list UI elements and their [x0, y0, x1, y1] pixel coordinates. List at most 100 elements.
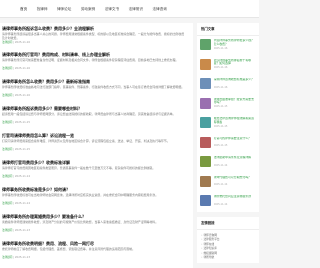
article-thumbnail[interactable] — [200, 78, 211, 89]
link-list: 律师咨询网 法律服务平台 律师在线 法律知识库 维权援助网 律所导航 — [197, 230, 259, 263]
article-excerpt: 离婚案件律师费通常按件收费，涉及财产分割的可按财产价值比例收费，当事人需准备结婚… — [2, 220, 159, 224]
list-item[interactable]: 请律师事务所起诉怎么收费？费用多少？全流程解析 请律师事务所起诉是很多当事人关心… — [0, 26, 193, 44]
article-meta: 法律顾问 | 2025-11-13 — [2, 229, 30, 232]
article-title[interactable]: 请律师打官司费用多少？收费标准详解 — [2, 160, 185, 165]
article-tag[interactable]: 法律顾问 — [2, 229, 12, 232]
list-item[interactable]: 打官司请律师费用怎么算？诉讼流程一览 打官司请律师费用需结合案件难度、律师资历以… — [0, 133, 193, 151]
article-title[interactable]: 请律师事务所怎么收费？费用多少？最新标准指南 — [2, 79, 185, 84]
article-tag[interactable]: 法律顾问 — [2, 67, 12, 70]
article-date: 2025-11-16 — [14, 67, 30, 70]
article-date: 2025-11-14 — [14, 175, 30, 178]
article-excerpt: 律师事务所收费标准可在当地律师协会官网查询，选择律所时应核实执业资质，并在委托合… — [2, 193, 159, 197]
hot-article-item[interactable]: 华远律师事务所律师费多少钱？怎么收费？ 2025-11-16 — [197, 36, 259, 56]
article-tag[interactable]: 法律顾问 — [2, 94, 12, 97]
article-date: 2025-11-15 — [14, 148, 30, 151]
article-date: 2025-11-13 — [14, 229, 30, 232]
hot-article-date: 2025-11-15 — [213, 144, 228, 148]
article-meta: 法律顾问 | 2025-11-13 — [2, 256, 30, 259]
list-item[interactable]: 请律师事务所办理离婚费用多少？要准备什么？ 离婚案件律师费通常按件收费，涉及财产… — [0, 214, 193, 232]
page: 首页 找律师 律师论坛 劳动案例 法律文书 法律常识 法律咨询 请律师事务所起诉… — [0, 0, 259, 268]
article-meta: 法律顾问 | 2025-11-14 — [2, 202, 30, 205]
article-title[interactable]: 请律师事务所办理离婚费用多少？要准备什么？ — [2, 214, 185, 219]
hot-article-title[interactable]: 律师费由谁承担？败诉方需要支付吗？ — [214, 98, 257, 105]
hot-article-item[interactable]: 律所委托合同应注意哪些条款 2025-11-14 — [197, 192, 259, 212]
list-item[interactable]: 请律师事务所打官司？费用构成、材料清单、线上办理全解析 请律师事务所打官司前需要… — [0, 52, 193, 70]
article-tag[interactable]: 法律顾问 — [2, 202, 12, 205]
article-tag[interactable]: 法律顾问 — [2, 41, 12, 44]
article-title[interactable]: 请律师事务所起诉费用多少？需要哪些材料？ — [2, 106, 185, 111]
article-list: 请律师事务所起诉怎么收费？费用多少？全流程解析 请律师事务所起诉是很多当事人关心… — [0, 23, 193, 268]
article-thumbnail[interactable] — [200, 195, 211, 206]
hot-article-item[interactable]: 免费法律咨询律师在线解答渠道有哪些 2025-11-15 — [197, 114, 259, 134]
hot-article-date: 2025-11-14 — [213, 163, 228, 167]
hot-article-date: 2025-11-15 — [213, 105, 228, 109]
hot-article-title[interactable]: 免费法律咨询律师在线解答渠道有哪些 — [214, 117, 257, 124]
list-item[interactable]: 请律师事务所起诉费用多少？需要哪些材料？ 起诉费用一般包括诉讼费与律师费两部分，… — [0, 106, 193, 124]
nav-item-labor-cases[interactable]: 劳动案例 — [81, 0, 95, 18]
article-title[interactable]: 请律师事务所起诉怎么收费？费用多少？全流程解析 — [2, 26, 185, 31]
article-date: 2025-11-16 — [14, 94, 30, 97]
article-thumbnail[interactable] — [200, 117, 211, 128]
list-item[interactable]: 律师事务所收费标准是多少？如何请？ 律师事务所收费标准可在当地律师协会官网查询，… — [0, 187, 193, 205]
article-excerpt: 请律师事务所打官司前需要准备身份证明、证据材料及相关合同文件，律所会根据案件复杂… — [2, 58, 179, 62]
article-excerpt: 律师事务所收费标准由各地司法行政部门指导，民事案件、刑事案件、行政案件收费方式不… — [2, 85, 185, 89]
hot-article-title[interactable]: 律所委托合同应注意哪些条款 — [214, 195, 257, 202]
article-thumbnail[interactable] — [200, 156, 211, 167]
friend-link[interactable]: 律所导航 — [201, 255, 255, 260]
nav-item-home[interactable]: 首页 — [20, 0, 27, 18]
nav-item-find-lawyer[interactable]: 找律师 — [37, 0, 48, 18]
article-excerpt: 打官司请律师费用需结合案件难度、律师资历以及所在地区综合计算，诉讼流程包括立案、… — [2, 139, 170, 143]
article-tag[interactable]: 法律顾问 — [2, 148, 12, 151]
article-thumbnail[interactable] — [200, 97, 211, 109]
hot-articles-panel: 热门文章 华远律师事务所律师费多少钱？怎么收费？ 2025-11-16 武汉律师事… — [197, 23, 259, 212]
panel-title: 友情链接 — [197, 217, 259, 230]
nav-item-legal-docs[interactable]: 法律文书 — [105, 0, 119, 18]
article-excerpt: 委托律师前应了解收费明细，包括代理费、差旅费、调查取证费等，并注意风险代理的适用… — [2, 247, 135, 251]
top-navigation: 首页 找律师 律师论坛 劳动案例 法律文书 法律常识 法律咨询 — [0, 0, 259, 18]
hot-article-item[interactable]: 律师费由谁承担？败诉方需要支付吗？ 2025-11-15 — [197, 95, 259, 115]
article-meta: 法律顾问 | 2025-11-16 — [2, 41, 30, 44]
article-title[interactable]: 请律师事务所收费明细？费用、流程、风险一网打尽 — [2, 241, 185, 246]
article-title[interactable]: 律师事务所收费标准是多少？如何请？ — [2, 187, 185, 192]
article-thumbnail[interactable] — [200, 58, 211, 70]
hot-article-title[interactable]: 律师代理费可以分期支付吗？ — [214, 176, 257, 183]
hot-article-title[interactable]: 武汉律师事务所排名前十有哪些？如何选择 — [214, 59, 257, 66]
hot-article-item[interactable]: 律师代理费可以分期支付吗？ 2025-11-14 — [197, 173, 259, 193]
article-date: 2025-11-14 — [14, 202, 30, 205]
article-tag[interactable]: 法律顾问 — [2, 175, 12, 178]
list-item[interactable]: 请律师事务所收费明细？费用、流程、风险一网打尽 委托律师前应了解收费明细，包括代… — [0, 241, 193, 259]
hot-article-date: 2025-11-16 — [213, 66, 228, 70]
article-thumbnail[interactable] — [200, 136, 211, 148]
hot-article-item[interactable]: 武汉律师事务所排名前十有哪些？如何选择 2025-11-16 — [197, 56, 259, 76]
article-excerpt: 请律师打官司的费用因地区和案件类型而异，普通民事案件一般在数千元至数万元不等，复… — [2, 166, 156, 170]
hot-article-date: 2025-11-16 — [213, 85, 228, 89]
article-meta: 法律顾问 | 2025-11-15 — [2, 121, 30, 124]
friend-links-panel: 友情链接 律师咨询网 法律服务平台 律师在线 法律知识库 维权援助网 律所导航 — [197, 216, 259, 263]
article-title[interactable]: 请律师事务所打官司？费用构成、材料清单、线上办理全解析 — [2, 52, 185, 57]
panel-title: 热门文章 — [197, 23, 259, 36]
list-item[interactable]: 请律师事务所怎么收费？费用多少？最新标准指南 律师事务所收费标准由各地司法行政部… — [0, 79, 193, 97]
list-item[interactable]: 请律师打官司费用多少？收费标准详解 请律师打官司的费用因地区和案件类型而异，普通… — [0, 160, 193, 178]
article-meta: 法律顾问 | 2025-11-14 — [2, 175, 30, 178]
hot-article-title[interactable]: 华远律师事务所律师费多少钱？怎么收费？ — [214, 39, 257, 46]
nav-item-forum[interactable]: 律师论坛 — [57, 0, 71, 18]
hot-article-item[interactable]: 法律援助申请条件及流程详解 2025-11-14 — [197, 153, 259, 173]
hot-article-title[interactable]: 打官司找律师需要注意什么？ — [214, 137, 257, 144]
article-tag[interactable]: 法律顾问 — [2, 121, 12, 124]
hot-article-date: 2025-11-16 — [213, 46, 228, 50]
hot-article-item[interactable]: 深圳律师咨询收费标准是多少？ 2025-11-16 — [197, 75, 259, 95]
article-thumbnail[interactable] — [200, 175, 211, 187]
article-thumbnail[interactable] — [200, 39, 211, 50]
article-date: 2025-11-16 — [14, 41, 30, 44]
nav-item-legal-knowledge[interactable]: 法律常识 — [129, 0, 143, 18]
hot-article-date: 2025-11-15 — [213, 124, 228, 128]
article-tag[interactable]: 法律顾问 — [2, 256, 12, 259]
nav-item-legal-consult[interactable]: 法律咨询 — [152, 0, 166, 18]
hot-article-title[interactable]: 深圳律师咨询收费标准是多少？ — [214, 78, 257, 85]
hot-article-item[interactable]: 打官司找律师需要注意什么？ 2025-11-15 — [197, 134, 259, 154]
article-meta: 法律顾问 | 2025-11-15 — [2, 148, 30, 151]
article-title[interactable]: 打官司请律师费用怎么算？诉讼流程一览 — [2, 133, 185, 138]
article-meta: 法律顾问 | 2025-11-16 — [2, 67, 30, 70]
article-date: 2025-11-13 — [14, 256, 30, 259]
hot-article-title[interactable]: 法律援助申请条件及流程详解 — [214, 156, 257, 163]
